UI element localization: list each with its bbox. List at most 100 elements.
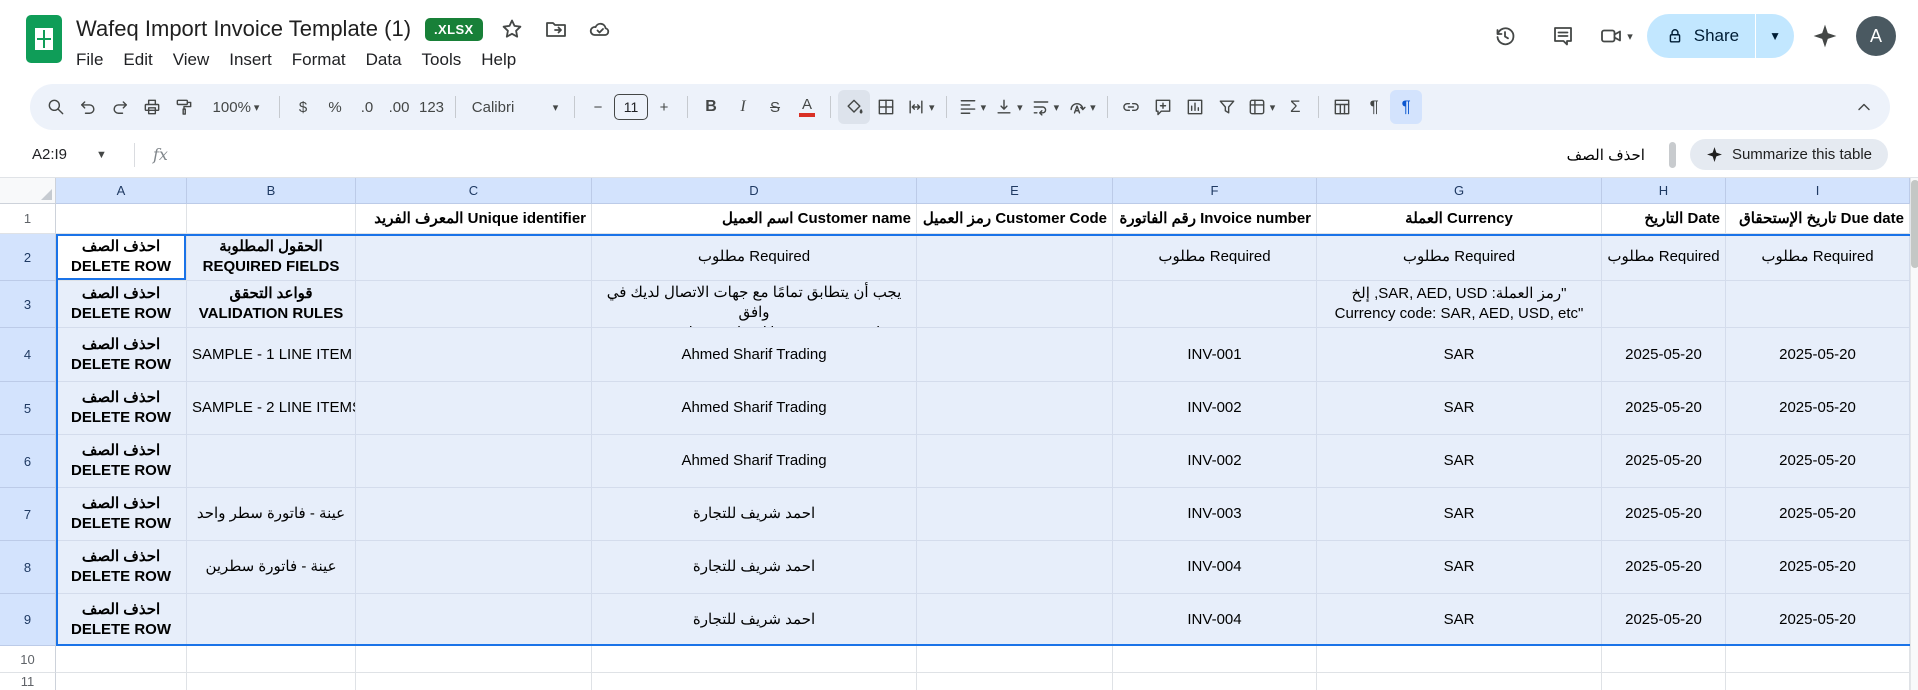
cell-G5[interactable]: SAR xyxy=(1317,382,1602,435)
cell-F1[interactable]: Invoice number رقم الفاتورة xyxy=(1113,204,1317,234)
cell-C10[interactable] xyxy=(356,646,592,673)
cell-F8[interactable]: INV-004 xyxy=(1113,541,1317,594)
cell-G6[interactable]: SAR xyxy=(1317,435,1602,488)
cell-B5[interactable]: SAMPLE - 2 LINE ITEMS xyxy=(187,382,356,435)
decrease-font-size-icon[interactable]: − xyxy=(582,90,614,124)
cell-A6[interactable]: احذف الصفDELETE ROW xyxy=(56,435,187,488)
row-header-11[interactable]: 11 xyxy=(0,673,56,690)
cell-D5[interactable]: Ahmed Sharif Trading xyxy=(592,382,917,435)
row-header-10[interactable]: 10 xyxy=(0,646,56,673)
column-header-C[interactable]: C xyxy=(356,178,592,204)
menu-help[interactable]: Help xyxy=(471,46,526,74)
more-formats-icon[interactable]: 123 xyxy=(415,90,448,124)
cell-F6[interactable]: INV-002 xyxy=(1113,435,1317,488)
sheets-logo-icon[interactable] xyxy=(26,15,62,63)
vertical-align-icon[interactable]: ▾ xyxy=(990,90,1027,124)
cell-F4[interactable]: INV-001 xyxy=(1113,328,1317,382)
cell-D10[interactable] xyxy=(592,646,917,673)
zoom-select[interactable]: 100% ▾ xyxy=(200,90,272,124)
cell-H8[interactable]: 2025-05-20 xyxy=(1602,541,1726,594)
account-avatar[interactable]: A xyxy=(1856,16,1896,56)
cloud-status-icon[interactable] xyxy=(585,14,615,44)
menu-format[interactable]: Format xyxy=(282,46,356,74)
comments-icon[interactable] xyxy=(1541,14,1585,58)
row-header-9[interactable]: 9 xyxy=(0,594,56,646)
column-header-A[interactable]: A xyxy=(56,178,187,204)
column-header-F[interactable]: F xyxy=(1113,178,1317,204)
text-rotation-icon[interactable]: ▾ xyxy=(1063,90,1100,124)
column-header-E[interactable]: E xyxy=(917,178,1113,204)
cell-B9[interactable] xyxy=(187,594,356,646)
cell-B4[interactable]: SAMPLE - 1 LINE ITEM xyxy=(187,328,356,382)
cell-I4[interactable]: 2025-05-20 xyxy=(1726,328,1910,382)
video-call-caret-icon[interactable]: ▾ xyxy=(1627,30,1633,43)
cell-D2[interactable]: Required مطلوب xyxy=(592,234,917,281)
cell-C7[interactable] xyxy=(356,488,592,541)
cell-I3[interactable] xyxy=(1726,281,1910,328)
cell-I8[interactable]: 2025-05-20 xyxy=(1726,541,1910,594)
cell-E2[interactable] xyxy=(917,234,1113,281)
name-box[interactable]: A2:I9 xyxy=(0,146,96,163)
insert-comment-icon[interactable] xyxy=(1147,90,1179,124)
cell-E11[interactable] xyxy=(917,673,1113,690)
formula-bar-scrollbar[interactable] xyxy=(1669,142,1676,168)
font-select[interactable]: Calibri ▾ xyxy=(463,90,567,124)
cell-I6[interactable]: 2025-05-20 xyxy=(1726,435,1910,488)
cell-E6[interactable] xyxy=(917,435,1113,488)
borders-icon[interactable] xyxy=(870,90,902,124)
text-direction-ltr-icon[interactable]: ¶ xyxy=(1358,90,1390,124)
cell-E5[interactable] xyxy=(917,382,1113,435)
cell-E3[interactable] xyxy=(917,281,1113,328)
cell-H11[interactable] xyxy=(1602,673,1726,690)
font-size-input[interactable]: 11 xyxy=(614,94,648,120)
cell-G10[interactable] xyxy=(1317,646,1602,673)
cell-C1[interactable]: Unique identifier المعرف الفريد xyxy=(356,204,592,234)
row-header-7[interactable]: 7 xyxy=(0,488,56,541)
cell-I1[interactable]: Due date تاريخ الإستحقاق xyxy=(1726,204,1910,234)
text-wrap-icon[interactable]: ▾ xyxy=(1027,90,1064,124)
cell-H4[interactable]: 2025-05-20 xyxy=(1602,328,1726,382)
text-direction-rtl-icon[interactable]: ¶ xyxy=(1390,90,1422,124)
row-header-3[interactable]: 3 xyxy=(0,281,56,328)
cell-A9[interactable]: احذف الصفDELETE ROW xyxy=(56,594,187,646)
cell-I11[interactable] xyxy=(1726,673,1910,690)
vertical-scrollbar[interactable] xyxy=(1910,178,1918,690)
row-header-2[interactable]: 2 xyxy=(0,234,56,281)
cell-D3[interactable]: يجب أن يتطابق تمامًا مع جهات الاتصال لدي… xyxy=(592,281,917,328)
row-header-4[interactable]: 4 xyxy=(0,328,56,382)
merge-cells-icon[interactable]: ▾ xyxy=(902,90,939,124)
select-all-corner[interactable] xyxy=(0,178,56,204)
cell-D7[interactable]: احمد شريف للتجارة xyxy=(592,488,917,541)
document-title[interactable]: Wafeq Import Invoice Template (1) xyxy=(76,16,411,42)
cell-E1[interactable]: Customer Code رمز العميل xyxy=(917,204,1113,234)
cell-B8[interactable]: عينة - فاتورة سطرين xyxy=(187,541,356,594)
cell-C11[interactable] xyxy=(356,673,592,690)
summarize-table-button[interactable]: Summarize this table xyxy=(1690,139,1888,170)
formula-bar-content[interactable]: احذف الصف xyxy=(1567,146,1645,164)
cell-E7[interactable] xyxy=(917,488,1113,541)
share-button[interactable]: Share ▼ xyxy=(1647,14,1794,58)
paint-format-icon[interactable] xyxy=(168,90,200,124)
cell-A11[interactable] xyxy=(56,673,187,690)
cell-C9[interactable] xyxy=(356,594,592,646)
strikethrough-icon[interactable]: S xyxy=(759,90,791,124)
cell-A8[interactable]: احذف الصفDELETE ROW xyxy=(56,541,187,594)
menu-data[interactable]: Data xyxy=(356,46,412,74)
cell-D11[interactable] xyxy=(592,673,917,690)
move-to-folder-icon[interactable] xyxy=(541,14,571,44)
cell-B11[interactable] xyxy=(187,673,356,690)
cell-H6[interactable]: 2025-05-20 xyxy=(1602,435,1726,488)
cell-B3[interactable]: قواعد التحققVALIDATION RULES xyxy=(187,281,356,328)
cell-E9[interactable] xyxy=(917,594,1113,646)
cell-H7[interactable]: 2025-05-20 xyxy=(1602,488,1726,541)
cell-G11[interactable] xyxy=(1317,673,1602,690)
menu-view[interactable]: View xyxy=(163,46,220,74)
row-header-6[interactable]: 6 xyxy=(0,435,56,488)
text-color-icon[interactable]: A xyxy=(791,90,823,124)
decrease-decimal-icon[interactable]: .0 xyxy=(351,90,383,124)
cell-D6[interactable]: Ahmed Sharif Trading xyxy=(592,435,917,488)
column-header-B[interactable]: B xyxy=(187,178,356,204)
cell-A4[interactable]: احذف الصفDELETE ROW xyxy=(56,328,187,382)
column-header-D[interactable]: D xyxy=(592,178,917,204)
cell-B7[interactable]: عينة - فاتورة سطر واحد xyxy=(187,488,356,541)
